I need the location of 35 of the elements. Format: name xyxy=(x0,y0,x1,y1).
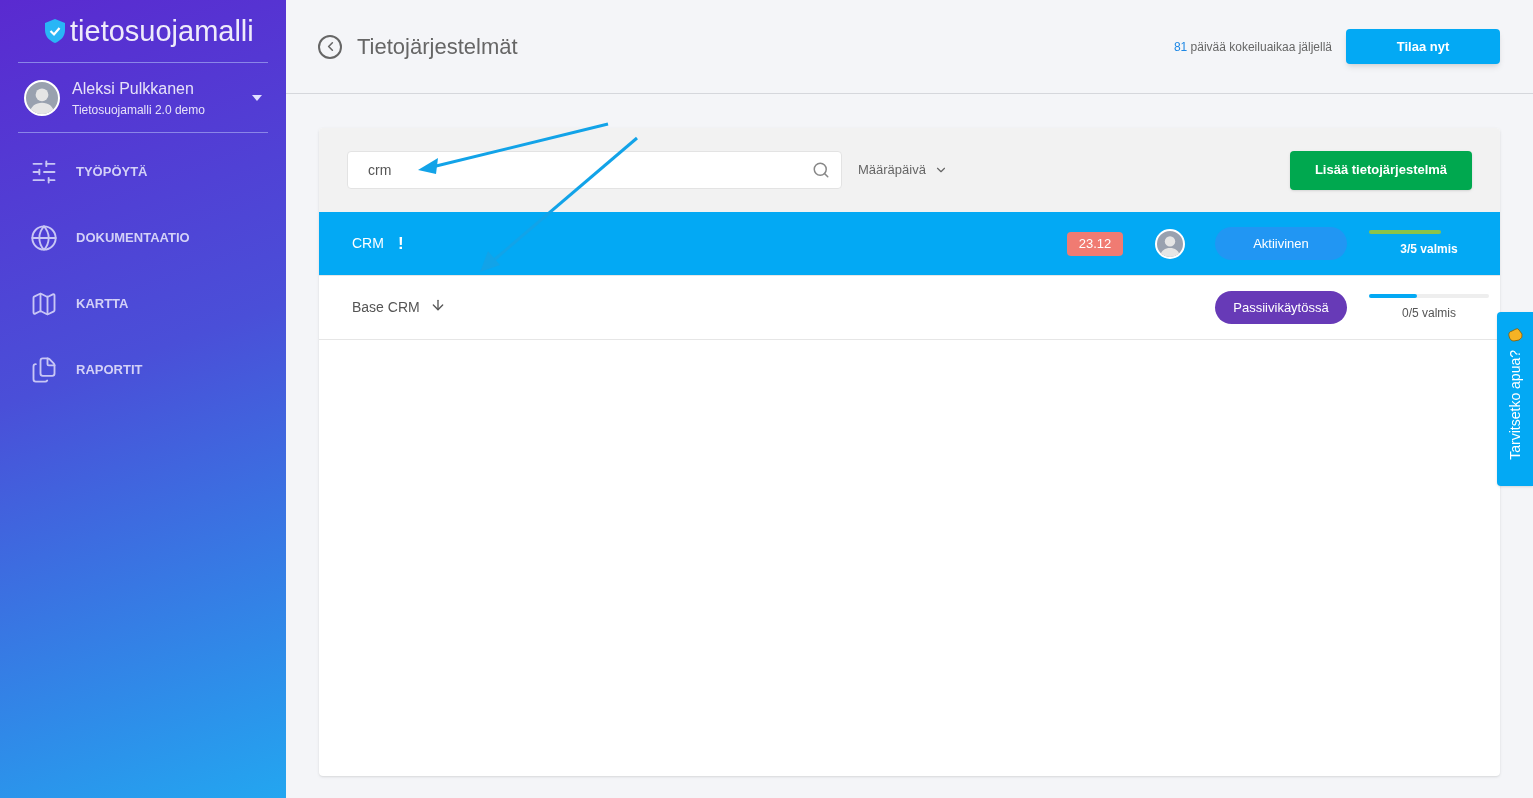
due-date: 23.12 xyxy=(1067,231,1123,256)
sliders-icon xyxy=(30,158,58,186)
shield-check-icon xyxy=(44,18,66,44)
progress-label: 0/5 valmis xyxy=(1402,304,1456,322)
order-button[interactable]: Tilaa nyt xyxy=(1346,29,1500,64)
sort-dropdown[interactable]: Määräpäivä xyxy=(858,160,948,180)
status-pill: Aktiivinen xyxy=(1215,227,1347,260)
system-row[interactable]: Base CRM Passiivikäytössä 0/5 valmis xyxy=(319,276,1500,340)
nav-item[interactable]: KARTTA xyxy=(0,271,286,337)
trial-days-remaining: 81 päivää kokeiluaikaa jäljellä xyxy=(1173,38,1332,56)
documents-icon xyxy=(30,356,58,384)
nav-item[interactable]: RAPORTIT xyxy=(0,337,286,403)
status-pill: Passiivikäytössä xyxy=(1215,291,1347,324)
map-icon xyxy=(30,290,58,318)
avatar-silhouette xyxy=(24,79,60,116)
alert-mark: ! xyxy=(397,232,404,255)
logo-text: tietosuojamalli xyxy=(70,16,254,46)
globe-icon xyxy=(30,224,58,252)
search-field[interactable]: crm xyxy=(347,151,842,189)
caret-icon xyxy=(252,94,262,101)
progress-label: 3/5 valmis xyxy=(1400,240,1458,258)
help-tab[interactable]: Tarvitsetko apua? xyxy=(1497,312,1533,486)
page-title: Tietojärjestelmät xyxy=(357,33,518,61)
back-button[interactable] xyxy=(318,34,342,59)
nav-item[interactable]: DOKUMENTAATIO xyxy=(0,205,286,271)
user-name: Aleksi Pulkkanen xyxy=(72,78,195,99)
user-menu[interactable]: Aleksi Pulkkanen Tietosuojamalli 2.0 demo xyxy=(18,63,268,133)
owner-avatar-silhouette xyxy=(1155,228,1185,259)
nav-item[interactable]: TYÖPÖYTÄ xyxy=(0,139,286,205)
user-org: Tietosuojamalli 2.0 demo xyxy=(72,101,206,119)
search-icon xyxy=(812,161,830,179)
system-name: CRM xyxy=(352,234,384,253)
system-row[interactable]: CRM ! 23.12 Aktiivinen 3/5 valmis xyxy=(319,212,1500,276)
system-name: Base CRM xyxy=(352,298,420,317)
add-system-button[interactable]: Lisää tietojärjestelmä xyxy=(1290,150,1472,190)
